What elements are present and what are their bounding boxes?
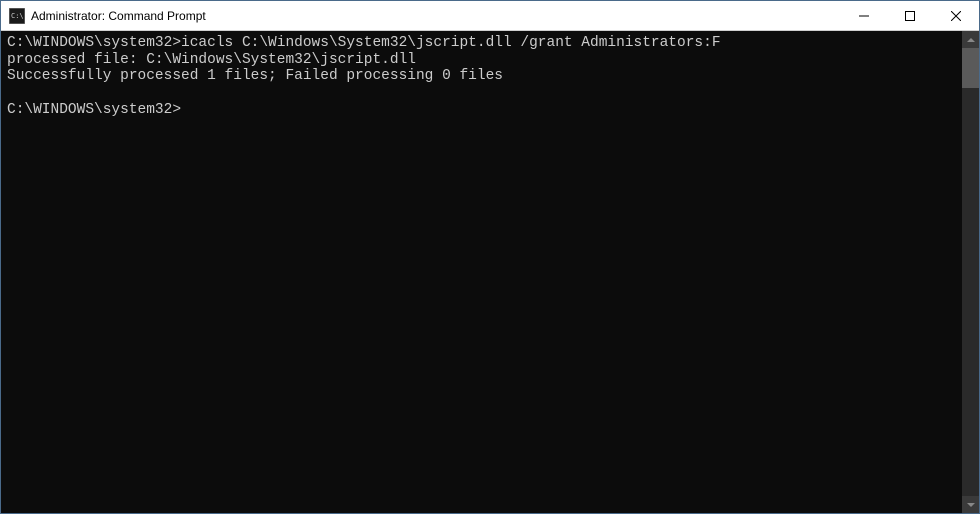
minimize-button[interactable] — [841, 1, 887, 30]
titlebar[interactable]: C:\ Administrator: Command Prompt — [1, 1, 979, 31]
console-area: C:\WINDOWS\system32>icacls C:\Windows\Sy… — [1, 31, 979, 513]
console-line — [7, 85, 956, 102]
scroll-down-button[interactable] — [962, 496, 979, 513]
close-button[interactable] — [933, 1, 979, 30]
scroll-thumb[interactable] — [962, 48, 979, 88]
console-line: C:\WINDOWS\system32>icacls C:\Windows\Sy… — [7, 35, 956, 52]
window-title: Administrator: Command Prompt — [31, 9, 206, 23]
cmd-icon: C:\ — [9, 8, 25, 24]
console-line: C:\WINDOWS\system32> — [7, 102, 956, 119]
svg-text:C:\: C:\ — [11, 12, 24, 20]
window-controls — [841, 1, 979, 30]
vertical-scrollbar[interactable] — [962, 31, 979, 513]
console-line: processed file: C:\Windows\System32\jscr… — [7, 52, 956, 69]
console-output[interactable]: C:\WINDOWS\system32>icacls C:\Windows\Sy… — [1, 31, 962, 513]
titlebar-left: C:\ Administrator: Command Prompt — [1, 8, 206, 24]
scroll-up-button[interactable] — [962, 31, 979, 48]
maximize-button[interactable] — [887, 1, 933, 30]
command-prompt-window: C:\ Administrator: Command Prompt C:\WIN… — [0, 0, 980, 514]
console-line: Successfully processed 1 files; Failed p… — [7, 68, 956, 85]
